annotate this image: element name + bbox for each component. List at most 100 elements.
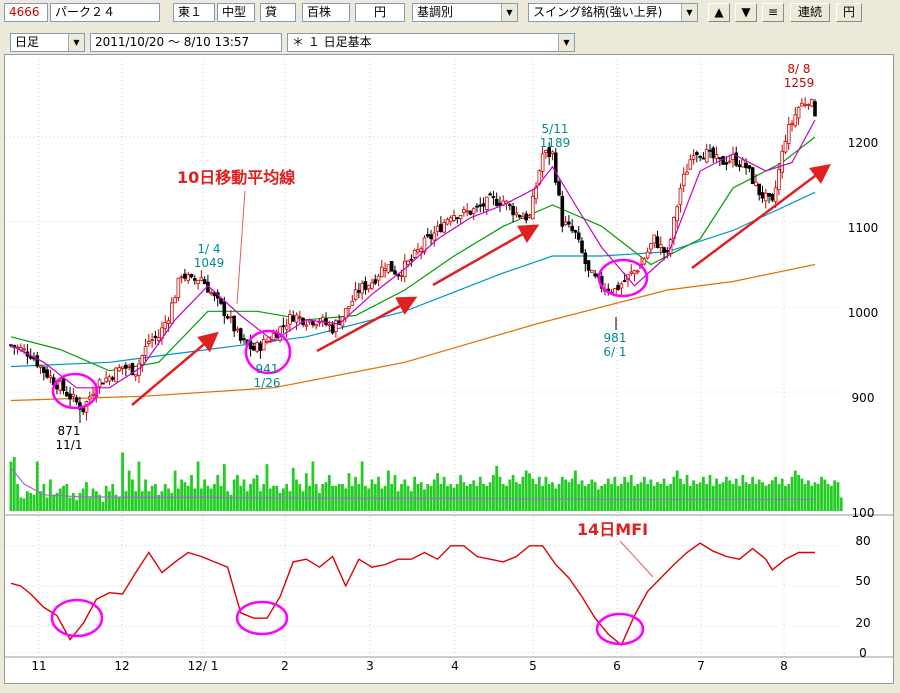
candle-body: [780, 150, 784, 173]
month-label-12: 12: [114, 659, 129, 673]
volume-bar: [590, 479, 594, 511]
volume-bar: [311, 461, 315, 511]
volume-bar: [65, 484, 69, 511]
candle-body: [261, 338, 266, 351]
volume-bar: [442, 476, 446, 511]
volume-bar: [439, 484, 443, 511]
candle-body: [777, 169, 781, 191]
candle-body: [557, 181, 561, 196]
label-1-26-date: 1/26: [254, 376, 281, 390]
volume-bar: [131, 479, 134, 511]
volume-bar: [780, 478, 784, 511]
label-5-11-value: 1189: [540, 136, 571, 150]
volume-bar: [623, 476, 627, 511]
candle-body: [435, 226, 440, 232]
candle-body: [540, 153, 545, 172]
candle-body: [662, 247, 666, 253]
volume-bar: [45, 497, 49, 511]
candle-body: [695, 152, 699, 155]
volume-bar: [396, 491, 400, 511]
volume-bar: [528, 473, 531, 511]
candle-body: [169, 302, 174, 324]
candle-body: [64, 391, 69, 397]
volume-bar: [58, 488, 62, 511]
volume-bar: [524, 470, 528, 511]
market-field: 東１: [173, 3, 215, 22]
volume-bar: [436, 473, 440, 511]
candle-body: [622, 280, 627, 283]
volume-bar: [219, 485, 223, 511]
mfi-leader-line: [619, 540, 654, 578]
volume-bar: [403, 479, 407, 511]
currency-field: 円: [355, 3, 405, 22]
candle-body: [521, 216, 525, 219]
candle-body: [284, 325, 289, 330]
volume-bar: [577, 484, 581, 511]
volume-bar: [567, 482, 571, 511]
candle-body: [514, 212, 519, 216]
volume-bar: [492, 475, 495, 511]
volume-bar: [741, 475, 745, 511]
volume-bar: [695, 484, 699, 511]
mode-select[interactable]: 基調別 ▼: [412, 3, 518, 22]
candle-body: [311, 321, 315, 326]
volume-bar: [708, 475, 712, 511]
screen-select[interactable]: スイング銘柄(強い上昇) ▼: [528, 3, 698, 22]
candle-body: [429, 234, 433, 240]
price-tick-900: 900: [852, 391, 875, 405]
volume-bar: [833, 480, 837, 511]
volume-bar: [679, 478, 682, 511]
volume-bar: [400, 484, 403, 511]
prev-stock-button[interactable]: ▲: [708, 3, 730, 22]
continuous-button[interactable]: 連続: [790, 3, 830, 22]
toolbar-second: 日足 ▼ 2011/10/20 ～ 8/10 13:57 ＊ １ 日足基本 ▼: [0, 30, 900, 56]
next-stock-button[interactable]: ▼: [735, 3, 757, 22]
volume-bar: [150, 485, 154, 511]
volume-bar: [252, 478, 256, 511]
stock-code-field[interactable]: 4666: [4, 3, 48, 22]
candle-body: [87, 396, 92, 400]
candle-body: [209, 292, 213, 295]
period-select[interactable]: 日足 ▼: [10, 33, 85, 52]
volume-bar: [232, 479, 236, 511]
lending-field: 貸: [260, 3, 296, 22]
candle-body: [91, 393, 95, 396]
ma75-line: [10, 191, 816, 368]
candle-body: [412, 250, 417, 258]
menu-button[interactable]: ≡: [762, 3, 784, 22]
size-field: 中型: [217, 3, 255, 22]
yen-button[interactable]: 円: [836, 3, 862, 22]
candle-body: [383, 268, 387, 271]
candle-body: [714, 154, 719, 159]
candle-body: [468, 210, 473, 215]
volume-bar: [12, 457, 16, 511]
volume-bar: [245, 491, 249, 511]
price-tick-1200: 1200: [848, 136, 879, 150]
template-select[interactable]: ＊ １ 日足基本 ▼: [287, 33, 575, 52]
candle-body: [42, 366, 46, 373]
candle-body: [327, 324, 332, 327]
volume-bar: [91, 488, 95, 511]
mfi-line: [10, 542, 815, 647]
volume-bar: [800, 478, 804, 511]
candle-body: [225, 316, 230, 319]
candle-body: [567, 221, 571, 225]
label-8-8-value: 1259: [784, 76, 815, 90]
volume-bar: [341, 484, 344, 511]
candle-body: [691, 155, 696, 160]
volume-bar: [705, 484, 709, 511]
candle-body: [704, 149, 709, 163]
candle-body: [255, 342, 259, 352]
candle-body: [104, 377, 108, 383]
candle-body: [268, 340, 273, 343]
candle-body: [708, 149, 712, 152]
volume-bar: [580, 480, 584, 511]
volume-bar: [22, 498, 26, 511]
candle-body: [511, 205, 515, 216]
candle-body: [133, 374, 138, 377]
candle-body: [616, 285, 620, 290]
volume-bar: [672, 476, 676, 511]
volume-bar: [367, 488, 371, 511]
volume-bar: [354, 476, 357, 511]
volume-bar: [419, 482, 423, 511]
